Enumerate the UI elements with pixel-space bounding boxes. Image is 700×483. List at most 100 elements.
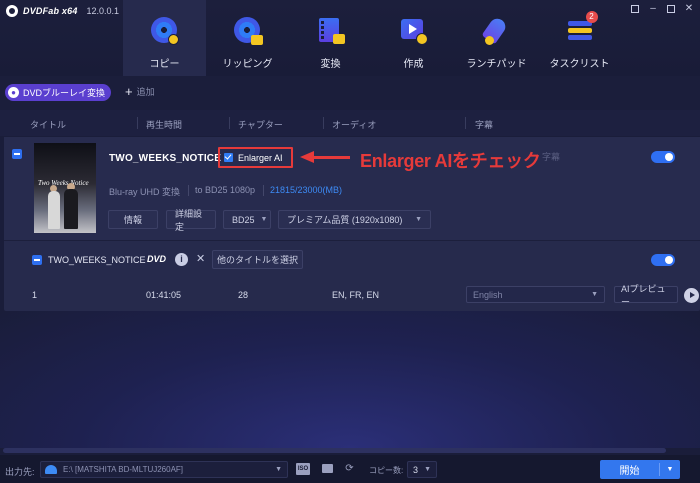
nav-item-launchpad[interactable]: ランチパッド	[455, 0, 538, 76]
maximize-button[interactable]	[667, 5, 675, 13]
video-creator-icon	[400, 17, 428, 45]
nav-item-copy[interactable]: コピー	[123, 0, 206, 76]
col-separator	[229, 117, 230, 129]
start-button[interactable]: 開始 ▼	[600, 460, 680, 479]
refresh-icon[interactable]: ⟳	[343, 463, 356, 475]
info-icon[interactable]: i	[175, 253, 188, 266]
col-runtime: 再生時間	[146, 120, 183, 130]
task-title: TWO_WEEKS_NOTICE	[109, 153, 222, 164]
select-other-label: 他のタイトルを選択	[216, 255, 298, 265]
nav-item-label: 変換	[320, 59, 341, 70]
chevron-down-icon[interactable]: ▼	[660, 466, 680, 473]
ai-preview-button[interactable]: AIプレビュー	[614, 284, 678, 307]
task-panel: Two Weeks Notice TWO_WEEKS_NOTICE Enlarg…	[4, 137, 700, 311]
disc-type-select[interactable]: BD25 ▼	[223, 210, 271, 229]
remove-title-icon[interactable]: ✕	[196, 252, 205, 265]
col-separator	[323, 117, 324, 129]
nav-item-label: コピー	[149, 59, 180, 70]
dvdfab-logo-icon	[6, 5, 18, 17]
info-button[interactable]: 情報	[108, 210, 158, 229]
nav-item-label: リッピング	[222, 59, 273, 70]
chevron-down-icon: ▼	[591, 291, 598, 298]
app-brand: DVDFab x64	[23, 6, 78, 16]
nav-item-label: 作成	[403, 59, 424, 70]
meta-separator	[188, 185, 189, 196]
nav-item-task-list[interactable]: 2 タスクリスト	[538, 0, 621, 76]
chevron-down-icon: ▼	[275, 466, 282, 473]
collapse-title-icon[interactable]	[32, 255, 42, 265]
quality-value: プレミアム品質 (1920x1080)	[287, 215, 403, 225]
divider	[4, 240, 700, 241]
chevron-down-icon: ▼	[260, 216, 268, 223]
track-runtime: 01:41:05	[146, 290, 182, 300]
advanced-settings-button[interactable]: 詳細設定	[166, 209, 216, 232]
track-audio: EN, FR, EN	[332, 290, 380, 300]
nav-item-creator[interactable]: 作成	[372, 0, 455, 76]
column-header: タイトル 再生時間 チャプター オーディオ 字幕	[0, 110, 700, 136]
start-label: 開始	[619, 466, 640, 477]
app-version: 12.0.0.1	[86, 6, 120, 16]
minimize-button[interactable]: –	[648, 4, 658, 14]
ai-preview-label: AIプレビュー	[621, 283, 666, 307]
copies-value: 3	[413, 464, 419, 475]
track-chapters: 28	[238, 290, 249, 300]
iso-icon[interactable]: ISO	[296, 463, 310, 475]
sub-toolbar: ● DVDブルーレイ変換 + 追加	[0, 76, 700, 110]
menu-box-icon[interactable]	[631, 5, 639, 13]
window-controls: – ✕	[631, 4, 694, 14]
nav-item-ripper[interactable]: リッピング	[206, 0, 289, 76]
app-header: DVDFab x64 12.0.0.1 – ✕ コピー リッピング 変換 作成 …	[0, 0, 700, 76]
collapse-task-icon[interactable]	[12, 149, 22, 159]
empty-drop-area	[0, 311, 700, 448]
enlarger-ai-option[interactable]: Enlarger AI	[218, 147, 293, 168]
col-separator	[465, 117, 466, 129]
poster-title: Two Weeks Notice	[38, 179, 89, 187]
task-enable-toggle[interactable]	[651, 151, 675, 163]
quality-select[interactable]: プレミアム品質 (1920x1080) ▼	[278, 210, 431, 229]
subtitle-value: English	[473, 289, 503, 300]
info-button-label: 情報	[123, 215, 142, 225]
title-enable-toggle[interactable]	[651, 254, 675, 266]
col-audio: オーディオ	[332, 120, 377, 130]
copies-label: コピー数:	[369, 466, 404, 475]
select-other-title-button[interactable]: 他のタイトルを選択	[212, 250, 303, 269]
mode-selector-button[interactable]: ● DVDブルーレイ変換	[5, 84, 112, 101]
faint-label: 字幕	[542, 152, 561, 162]
mode-label: DVDブルーレイ変換	[23, 88, 106, 98]
enlarger-ai-checkbox[interactable]	[224, 153, 233, 162]
meta-separator	[263, 185, 264, 196]
chevron-down-icon: ▼	[424, 466, 431, 473]
rocket-launchpad-icon	[481, 15, 511, 45]
annotation-arrow-line	[312, 156, 350, 159]
chevron-down-icon: ▼	[415, 216, 422, 223]
movie-poster: Two Weeks Notice	[34, 143, 96, 233]
col-title: タイトル	[30, 120, 67, 130]
folder-icon[interactable]	[322, 464, 333, 473]
film-converter-icon	[317, 17, 345, 45]
task-list-icon: 2	[566, 11, 598, 45]
disc-ripper-icon	[233, 17, 263, 45]
output-destination-select[interactable]: E:\ [MATSHITA BD-MLTUJ260AF] ▼	[40, 461, 288, 478]
play-icon[interactable]	[684, 288, 699, 303]
source-format: Blu-ray UHD 変換	[109, 187, 181, 197]
main-nav: コピー リッピング 変換 作成 ランチパッド 2 タスクリスト	[123, 0, 621, 76]
output-path: E:\ [MATSHITA BD-MLTUJ260AF]	[63, 465, 184, 474]
close-button[interactable]: ✕	[684, 4, 694, 14]
progress-bar	[3, 448, 666, 453]
disc-copy-icon	[150, 17, 179, 45]
output-size: 21815/23000(MB)	[270, 185, 343, 195]
plus-icon: +	[125, 84, 133, 99]
disc-drive-icon	[45, 465, 57, 474]
add-source-button[interactable]: + 追加	[125, 85, 155, 98]
copies-select[interactable]: 3 ▼	[407, 461, 437, 478]
settings-button-label: 詳細設定	[175, 208, 203, 232]
col-subtitle: 字幕	[475, 120, 494, 130]
output-label: 出力先:	[5, 467, 35, 477]
nav-item-converter[interactable]: 変換	[289, 0, 372, 76]
subtitle-select[interactable]: English ▼	[466, 286, 605, 303]
track-number: 1	[32, 290, 38, 300]
task-summary: Two Weeks Notice TWO_WEEKS_NOTICE Enlarg…	[4, 137, 700, 240]
disc-type-value: BD25	[232, 214, 255, 225]
disc-mode-icon: ●	[8, 87, 19, 98]
footer-bar: 出力先: E:\ [MATSHITA BD-MLTUJ260AF] ▼ ISO …	[0, 455, 700, 483]
